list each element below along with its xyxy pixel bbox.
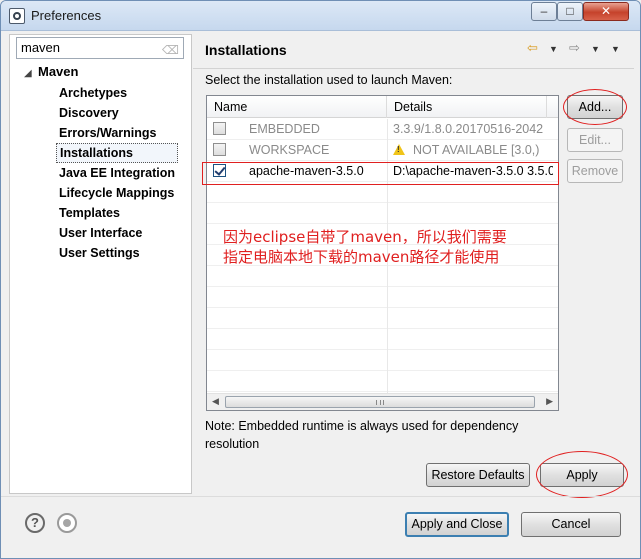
installation-details-cell: NOT AVAILABLE [3.0,): [393, 140, 553, 161]
import-icon[interactable]: [57, 513, 77, 533]
view-menu-icon[interactable]: ▼: [611, 44, 620, 54]
window-title: Preferences: [31, 8, 102, 23]
title-bar[interactable]: Preferences ‒ □ ✕: [1, 1, 640, 31]
tree-item-discovery[interactable]: Discovery: [56, 103, 178, 123]
column-divider: [387, 371, 388, 392]
empty-row: [207, 266, 558, 287]
scroll-left-icon[interactable]: ◀: [212, 396, 219, 407]
installation-name: EMBEDDED: [249, 122, 320, 136]
arrow-right-icon[interactable]: ⇨: [569, 40, 580, 56]
footer-divider: [1, 496, 640, 497]
note-line: Note: Embedded runtime is always used fo…: [205, 419, 519, 433]
column-divider: [387, 119, 388, 140]
tree-item-user-interface[interactable]: User Interface: [56, 223, 178, 243]
column-divider: [387, 350, 388, 371]
header-divider: [193, 68, 634, 69]
column-divider: [387, 140, 388, 161]
remove-button[interactable]: Remove: [567, 159, 623, 183]
scroll-right-icon[interactable]: ▶: [546, 396, 553, 407]
grip-icon: [376, 400, 384, 405]
filter-text: maven: [21, 40, 61, 55]
row-checkbox[interactable]: [213, 143, 226, 156]
table-row[interactable]: WORKSPACE NOT AVAILABLE [3.0,): [207, 140, 558, 161]
column-header-name[interactable]: Name: [207, 96, 387, 118]
annotation-line: 因为eclipse自带了maven，所以我们需要: [223, 228, 507, 246]
empty-row: [207, 329, 558, 350]
arrow-left-icon[interactable]: ⇦: [527, 40, 538, 56]
empty-row: [207, 371, 558, 392]
table-row[interactable]: EMBEDDED 3.3.9/1.8.0.20170516-2042: [207, 119, 558, 140]
horizontal-scrollbar[interactable]: ◀ ▶: [207, 393, 558, 410]
tree-item-errors-warnings[interactable]: Errors/Warnings: [56, 123, 178, 143]
eclipse-app-icon: [9, 8, 25, 24]
tree-item-user-settings[interactable]: User Settings: [56, 243, 178, 263]
column-divider: [387, 329, 388, 350]
installation-name: WORKSPACE: [249, 143, 330, 157]
preferences-window: Preferences ‒ □ ✕ maven ⌫ ◢ Maven Archety…: [0, 0, 641, 559]
tree-item-lifecycle-mappings[interactable]: Lifecycle Mappings: [56, 183, 178, 203]
clear-filter-icon[interactable]: ⌫: [162, 40, 179, 60]
apply-button-highlight: [536, 451, 628, 498]
selected-row-highlight: [202, 162, 559, 185]
column-divider: [387, 203, 388, 224]
maximize-button[interactable]: □: [557, 2, 583, 21]
empty-row: [207, 350, 558, 371]
tree-item-java-ee-integration[interactable]: Java EE Integration: [56, 163, 178, 183]
empty-row: [207, 203, 558, 224]
installation-details: 3.3.9/1.8.0.20170516-2042: [393, 122, 544, 136]
empty-row: [207, 287, 558, 308]
minimize-button[interactable]: ‒: [531, 2, 557, 21]
page-description: Select the installation used to launch M…: [205, 73, 453, 87]
note-line: resolution: [205, 437, 260, 451]
tree-item-archetypes[interactable]: Archetypes: [56, 83, 178, 103]
add-button-highlight: [563, 89, 627, 125]
empty-row: [207, 308, 558, 329]
help-icon[interactable]: ?: [25, 513, 45, 533]
installation-details: NOT AVAILABLE [3.0,): [413, 143, 540, 157]
page-title: Installations: [205, 42, 287, 58]
collapse-arrow-icon[interactable]: ◢: [24, 68, 38, 79]
back-history-dropdown-icon[interactable]: ▼: [549, 44, 558, 54]
apply-and-close-button[interactable]: Apply and Close: [405, 512, 509, 537]
tree-item-installations[interactable]: Installations: [56, 143, 179, 163]
forward-history-dropdown-icon[interactable]: ▼: [591, 44, 600, 54]
tree-item-maven[interactable]: ◢ Maven: [24, 64, 78, 79]
scrollbar-thumb[interactable]: [225, 396, 535, 408]
column-divider: [387, 182, 388, 203]
warning-icon: [393, 144, 405, 155]
installations-page: Installations ⇦ ▼ ⇨ ▼ ▼ Select the insta…: [193, 34, 634, 498]
preferences-tree-pane: maven ⌫ ◢ Maven Archetypes Discovery Erro…: [9, 34, 192, 494]
page-navigation: ⇦ ▼ ⇨ ▼ ▼: [527, 40, 627, 60]
edit-button[interactable]: Edit...: [567, 128, 623, 152]
restore-defaults-button[interactable]: Restore Defaults: [426, 463, 530, 487]
note-text: Note: Embedded runtime is always used fo…: [205, 417, 555, 453]
filter-input[interactable]: maven ⌫: [16, 37, 184, 59]
annotation-text: 因为eclipse自带了maven，所以我们需要 指定电脑本地下载的maven路…: [223, 227, 507, 267]
column-divider: [387, 266, 388, 287]
tree-item-templates[interactable]: Templates: [56, 203, 178, 223]
column-divider: [387, 308, 388, 329]
annotation-line: 指定电脑本地下载的maven路径才能使用: [223, 248, 500, 266]
row-checkbox[interactable]: [213, 122, 226, 135]
tree-root-label: Maven: [38, 64, 79, 79]
maven-subpages: Archetypes Discovery Errors/Warnings Ins…: [56, 83, 179, 263]
table-header: Name Details: [207, 96, 558, 118]
empty-row: [207, 182, 558, 203]
cancel-button[interactable]: Cancel: [521, 512, 621, 537]
column-divider: [387, 287, 388, 308]
close-button[interactable]: ✕: [583, 2, 629, 21]
column-header-details[interactable]: Details: [387, 96, 547, 118]
